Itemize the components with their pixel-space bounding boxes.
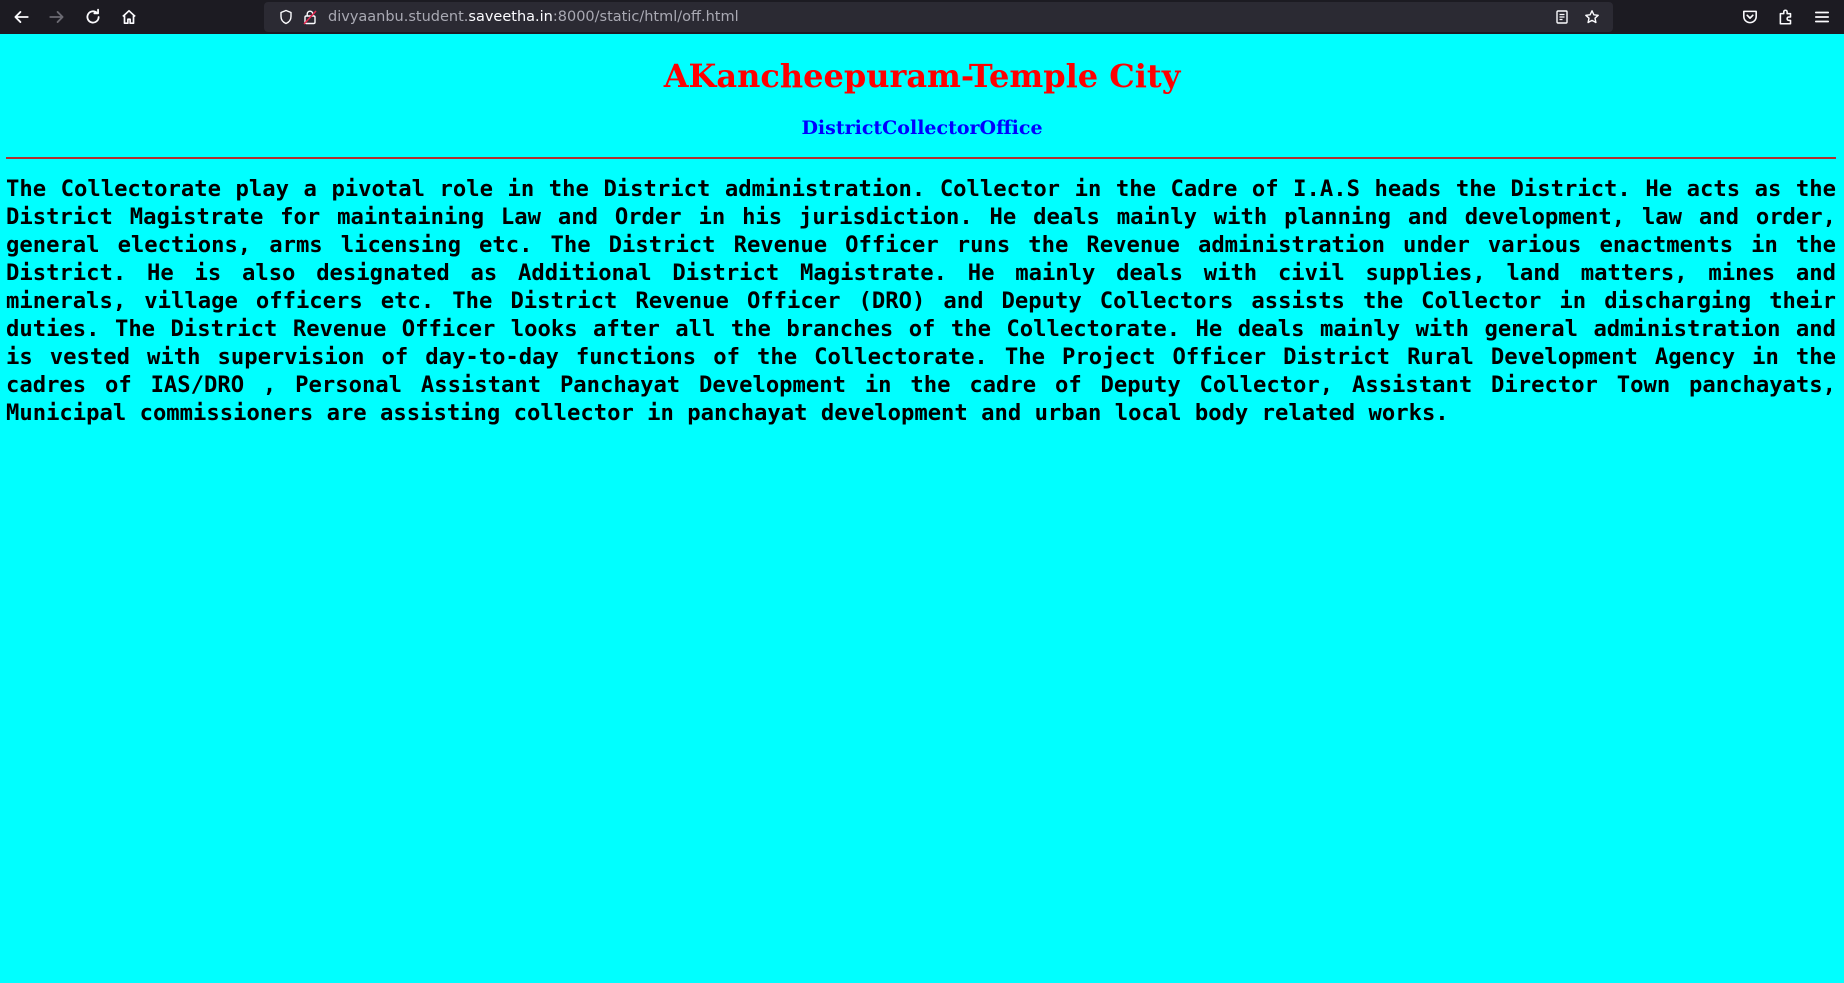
reader-view-icon[interactable] [1547, 5, 1577, 29]
back-button[interactable] [3, 2, 39, 32]
body-paragraph: The Collectorate play a pivotal role in … [6, 176, 1836, 426]
extensions-icon [1779, 9, 1792, 25]
insecure-lock-icon[interactable] [298, 5, 322, 29]
address-bar[interactable]: divyaanbu.student.saveetha.in:8000/stati… [264, 2, 1613, 32]
pocket-icon [1743, 10, 1757, 24]
url-prefix: divyaanbu.student. [328, 9, 469, 25]
navigation-buttons [3, 2, 147, 32]
hamburger-menu-icon [1814, 11, 1830, 23]
back-arrow-icon [14, 11, 29, 23]
pocket-button[interactable] [1732, 2, 1768, 32]
home-button[interactable] [111, 2, 147, 32]
shield-icon[interactable] [274, 5, 298, 29]
address-bar-actions [1547, 2, 1607, 32]
reload-icon [86, 8, 100, 24]
star-icon[interactable] [1577, 5, 1607, 29]
page-content: AKancheepuram-Temple City DistrictCollec… [0, 34, 1844, 983]
page-subtitle: DistrictCollectorOffice [801, 117, 1043, 139]
menu-button[interactable] [1804, 2, 1840, 32]
extensions-button[interactable] [1768, 2, 1804, 32]
horizontal-rule [6, 157, 1836, 159]
url-host: saveetha.in [468, 9, 553, 25]
page-title: AKancheepuram-Temple City [663, 57, 1181, 95]
toolbar-right-icons [1732, 0, 1840, 34]
browser-toolbar: divyaanbu.student.saveetha.in:8000/stati… [0, 0, 1844, 34]
url-suffix: :8000/static/html/off.html [552, 9, 739, 25]
home-icon [122, 9, 136, 25]
forward-arrow-icon [49, 11, 64, 23]
url-text[interactable]: divyaanbu.student.saveetha.in:8000/stati… [328, 9, 739, 25]
forward-button[interactable] [39, 2, 75, 32]
reload-button[interactable] [75, 2, 111, 32]
